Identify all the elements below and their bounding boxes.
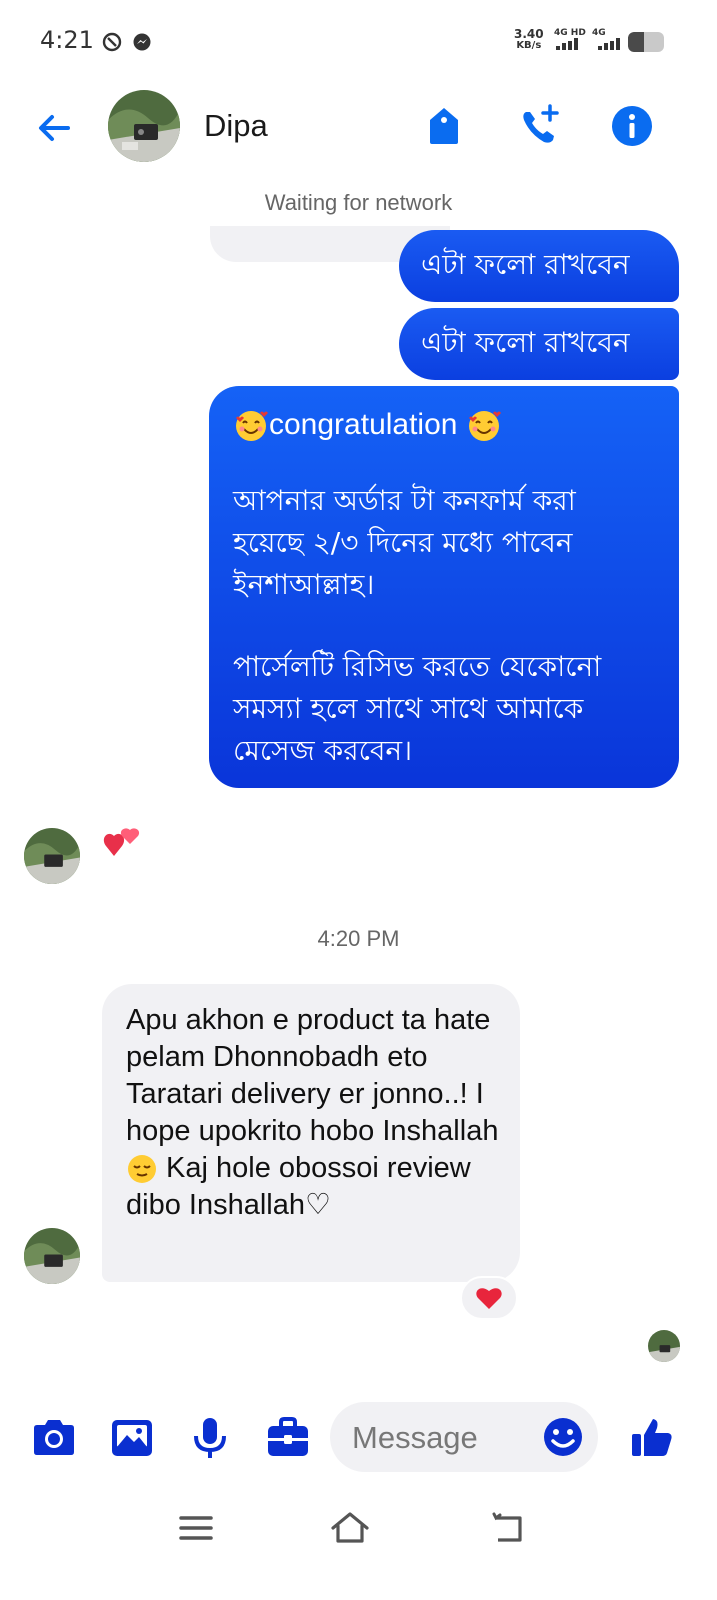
gallery-icon[interactable] [108,1414,156,1462]
message-reaction[interactable] [460,1276,518,1320]
network-speed: 3.40 KB/s [514,28,544,52]
thumbs-up-icon[interactable] [628,1414,676,1462]
message-congrats-line: congratulation [233,404,655,446]
message-text: Apu akhon e product ta hate pelam Dhonno… [126,1004,499,1147]
message-text: এটা ফলো রাখবেন [421,247,630,281]
speed-unit: KB/s [516,40,542,51]
message-text: এটা ফলো রাখবেন [421,325,630,359]
message-input[interactable]: Message [330,1402,598,1472]
contact-name[interactable]: Dipa [204,108,268,144]
back-arrow-icon[interactable] [30,104,78,152]
menu-icon[interactable] [176,1508,216,1548]
message-paragraph: আপনার অর্ডার টা কনফার্ম করা হয়েছে ২/৩ দ… [233,484,576,601]
message-paragraph: পার্সেলটি রিসিভ করতে যেকোনো সমস্যা হলে স… [233,650,602,767]
heart-reaction-icon [476,1288,502,1309]
signal-bars-1-icon [556,38,578,50]
home-icon[interactable] [330,1508,370,1548]
message-composer: Message [0,1398,717,1478]
contact-avatar-small[interactable] [24,1228,80,1284]
back-nav-icon[interactable] [488,1508,528,1548]
congrats-text: congratulation [269,408,458,441]
network-type-1: 4G HD [554,28,586,38]
message-timestamp: 4:20 PM [317,926,400,951]
message-placeholder: Message [352,1420,478,1455]
smiling-face-with-hearts-icon [236,411,268,442]
smiling-face-with-hearts-icon [468,411,501,442]
briefcase-icon[interactable] [264,1414,312,1462]
outgoing-message[interactable]: এটা ফলো রাখবেন [399,230,679,302]
relieved-face-icon [128,1155,156,1184]
add-call-icon[interactable] [516,102,564,150]
two-hearts-icon[interactable] [100,826,144,868]
emoji-picker-icon[interactable] [542,1416,584,1458]
contact-avatar[interactable] [108,90,180,162]
contact-avatar-small[interactable] [24,828,80,884]
network-type-2: 4G [592,28,606,38]
incoming-message[interactable]: Apu akhon e product ta hate pelam Dhonno… [102,984,520,1282]
info-icon[interactable] [608,102,656,150]
outgoing-message[interactable]: এটা ফলো রাখবেন [399,308,679,380]
speed-value: 3.40 [514,27,544,41]
outgoing-message[interactable]: congratulation আপনার অর্ডার টা কনফার্ম ক… [209,386,679,788]
battery-icon [628,32,664,52]
do-not-disturb-icon [102,32,122,52]
messenger-notification-icon [133,33,151,51]
camera-icon[interactable] [30,1414,78,1462]
network-status: Waiting for network [264,190,453,215]
status-time: 4:21 [40,26,94,54]
battery-level [628,32,645,52]
conversation-header: Dipa [0,82,717,178]
seen-avatar [648,1330,680,1362]
status-bar: 4:21 3.40 KB/s 4G HD 4G [0,0,717,82]
message-text-cont: Kaj hole obossoi review dibo Inshallah♡ [126,1152,471,1221]
microphone-icon[interactable] [186,1414,234,1462]
tag-icon[interactable] [420,102,468,150]
system-navigation-bar [0,1490,717,1600]
signal-bars-2-icon [598,38,620,50]
